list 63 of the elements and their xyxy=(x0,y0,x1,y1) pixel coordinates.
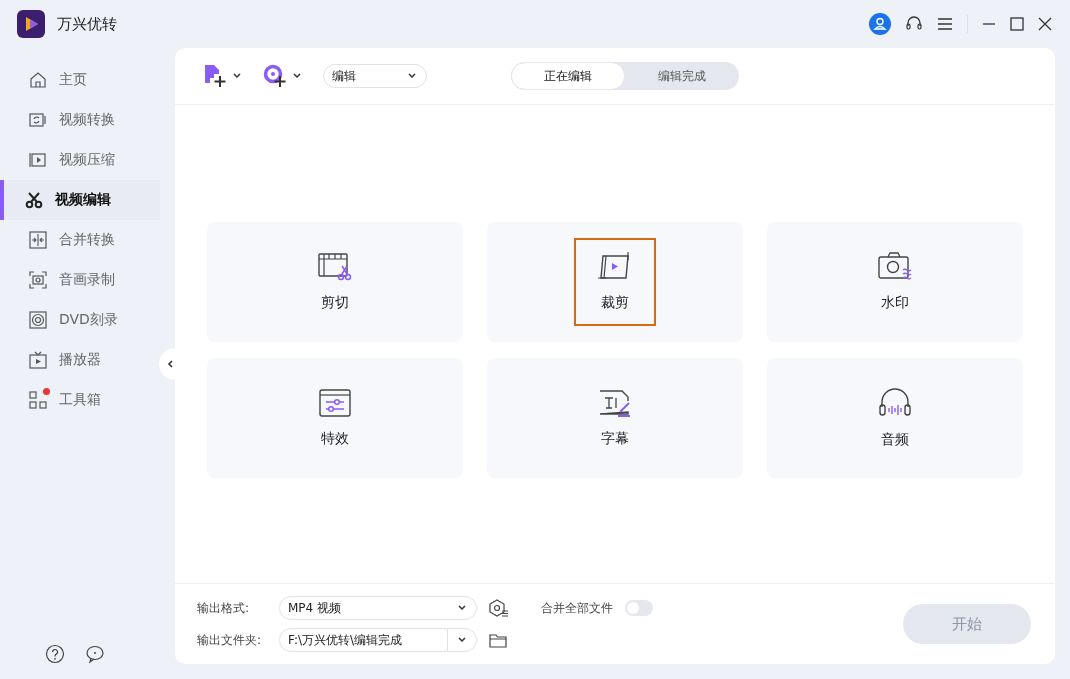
crop-frame-icon xyxy=(598,252,632,282)
close-icon[interactable] xyxy=(1038,17,1052,31)
caret-icon xyxy=(458,605,466,611)
sidebar-item[interactable]: DVD刻录 xyxy=(0,300,160,340)
menu-icon[interactable] xyxy=(937,17,953,31)
scissors-icon xyxy=(25,191,43,209)
user-avatar-icon[interactable] xyxy=(869,13,891,35)
add-file-button[interactable] xyxy=(203,64,241,88)
help-icon[interactable] xyxy=(45,644,65,664)
headphones-icon xyxy=(878,387,912,419)
tool-card[interactable]: 音频 xyxy=(767,358,1023,478)
disc-icon xyxy=(29,311,47,329)
video-compress-icon xyxy=(29,151,47,169)
camera-icon xyxy=(878,252,912,282)
status-tab[interactable]: 编辑完成 xyxy=(625,62,739,90)
sidebar-item[interactable]: 视频编辑 xyxy=(0,180,160,220)
sidebar-item[interactable]: 播放器 xyxy=(0,340,160,380)
video-convert-icon xyxy=(29,111,47,129)
caret-icon xyxy=(408,73,416,79)
sidebar-item[interactable]: 工具箱 xyxy=(0,380,160,420)
tool-card[interactable]: 字幕 xyxy=(487,358,743,478)
screen-record-icon xyxy=(29,271,47,289)
add-disc-icon xyxy=(263,64,287,88)
merge-toggle[interactable] xyxy=(625,600,653,616)
sidebar-item[interactable]: 视频压缩 xyxy=(0,140,160,180)
tool-label: 水印 xyxy=(881,294,909,312)
film-scissors-icon xyxy=(318,252,352,282)
settings-icon[interactable] xyxy=(489,599,509,617)
caret-icon xyxy=(458,637,466,643)
sidebar-item[interactable]: 音画录制 xyxy=(0,260,160,300)
tool-label: 特效 xyxy=(321,430,349,448)
tool-card[interactable]: 水印 xyxy=(767,222,1023,342)
collapse-sidebar-icon[interactable] xyxy=(159,348,175,380)
tool-label: 裁剪 xyxy=(601,294,629,312)
app-title: 万兴优转 xyxy=(57,14,117,34)
toolbox-icon xyxy=(29,391,47,409)
headset-icon[interactable] xyxy=(905,15,923,33)
sidebar-item[interactable]: 主页 xyxy=(0,60,160,100)
format-label: 输出格式: xyxy=(197,599,251,617)
status-tab[interactable]: 正在编辑 xyxy=(511,62,625,90)
merge-files-label: 合并全部文件 xyxy=(541,599,613,617)
sidebar-item[interactable]: 视频转换 xyxy=(0,100,160,140)
app-logo-icon xyxy=(17,10,45,38)
text-document-icon xyxy=(598,388,632,418)
caret-icon xyxy=(293,73,301,79)
tool-label: 音频 xyxy=(881,431,909,449)
output-folder-label: 输出文件夹: xyxy=(197,631,263,649)
tool-card[interactable]: 裁剪 xyxy=(487,222,743,342)
feedback-icon[interactable] xyxy=(85,644,105,664)
tv-play-icon xyxy=(29,351,47,369)
folder-icon[interactable] xyxy=(489,632,507,648)
tool-card[interactable]: 特效 xyxy=(207,358,463,478)
tool-card[interactable]: 剪切 xyxy=(207,222,463,342)
home-icon xyxy=(29,71,47,89)
maximize-icon[interactable] xyxy=(1010,17,1024,31)
merge-icon xyxy=(29,231,47,249)
add-media-button[interactable] xyxy=(263,64,301,88)
caret-icon xyxy=(233,73,241,79)
tool-label: 字幕 xyxy=(601,430,629,448)
tool-label: 剪切 xyxy=(321,294,349,312)
sidebar-item[interactable]: 合并转换 xyxy=(0,220,160,260)
sliders-window-icon xyxy=(318,388,352,418)
add-file-icon xyxy=(203,64,227,88)
